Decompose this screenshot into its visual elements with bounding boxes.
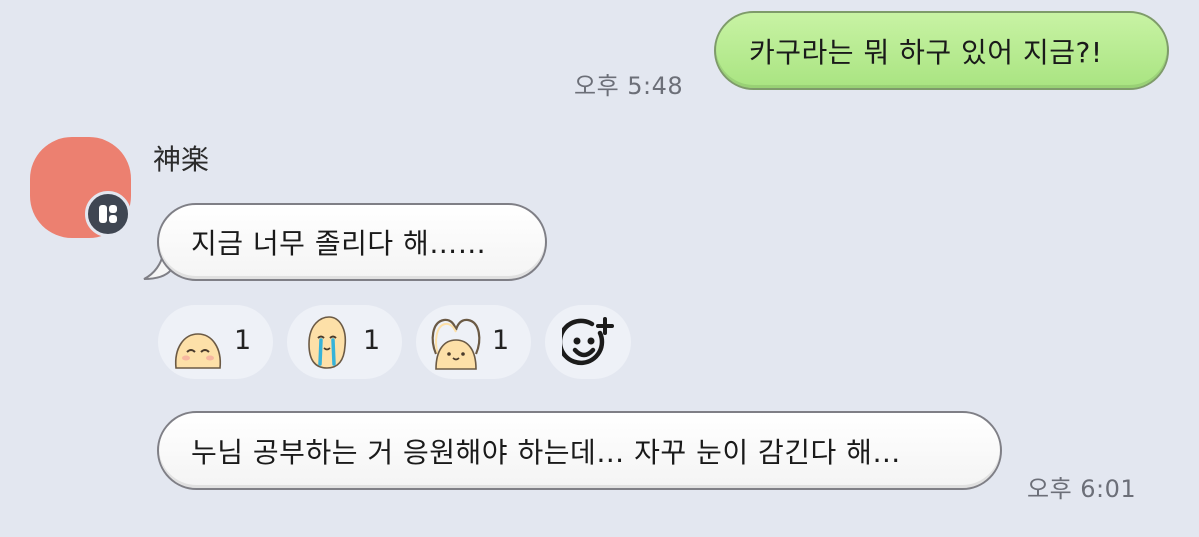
smiling-potato-icon: [174, 333, 222, 369]
profile-badge-icon: [85, 191, 131, 237]
reaction-crying-potato[interactable]: 1: [287, 305, 402, 379]
reaction-count: 1: [234, 325, 252, 356]
add-reaction-icon: [562, 317, 614, 366]
outgoing-message-text: 카구라는 뭐 하구 있어 지금?!: [749, 35, 1103, 69]
reaction-smiling-potato[interactable]: 1: [158, 305, 273, 379]
crying-potato-icon: [308, 316, 347, 369]
incoming-message-time: 오후 6:01: [1027, 475, 1137, 503]
incoming-message-text: 누님 공부하는 거 응원해야 하는데… 자꾸 눈이 감긴다 해…: [191, 435, 901, 469]
incoming-message-text: 지금 너무 졸리다 해……: [191, 227, 487, 260]
reaction-count: 1: [363, 325, 381, 356]
reaction-count: 1: [492, 325, 510, 356]
reaction-heart-arms-potato[interactable]: 1: [416, 305, 531, 379]
sender-name: 神楽: [153, 143, 210, 176]
outgoing-message-bubble[interactable]: 카구라는 뭐 하구 있어 지금?!: [714, 11, 1169, 90]
heart-arms-potato-icon: [431, 318, 481, 370]
incoming-message-bubble[interactable]: 지금 너무 졸리다 해……: [157, 203, 547, 281]
incoming-message-bubble[interactable]: 누님 공부하는 거 응원해야 하는데… 자꾸 눈이 감긴다 해…: [157, 411, 1002, 490]
outgoing-message-time: 오후 5:48: [574, 72, 684, 100]
add-reaction-button[interactable]: [545, 305, 631, 379]
